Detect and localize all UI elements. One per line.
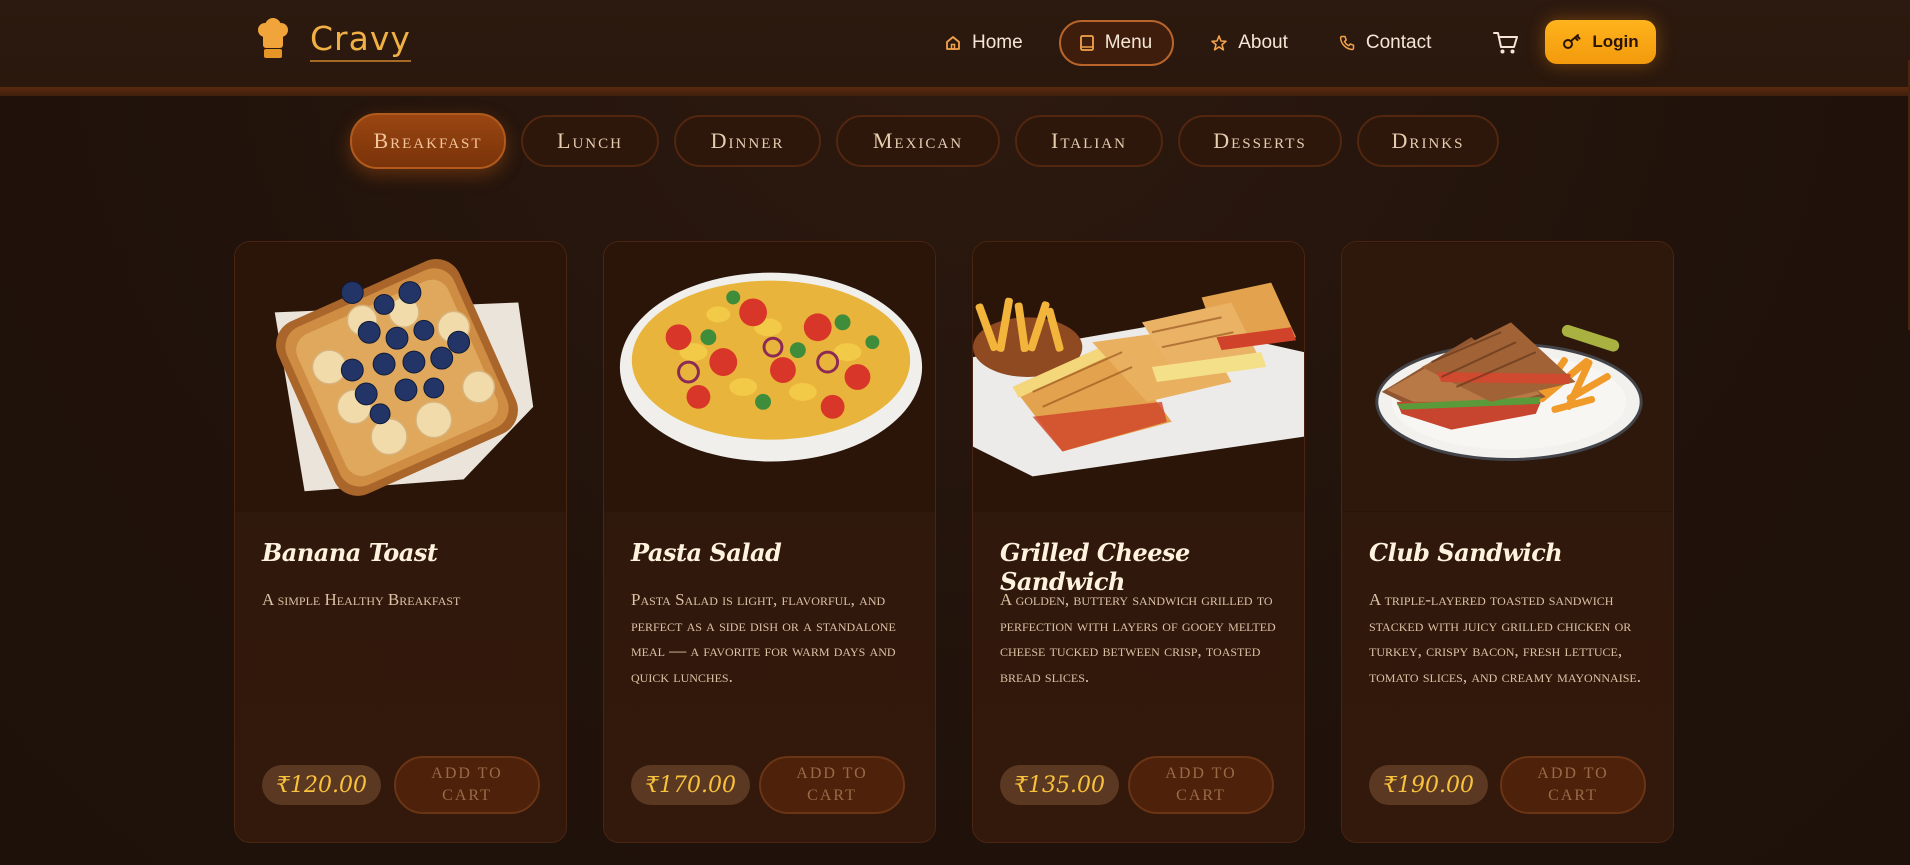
product-description: A simple Healthy Breakfast — [262, 590, 461, 609]
nav-home[interactable]: Home — [930, 20, 1037, 66]
tab-drinks[interactable]: Drinks — [1357, 115, 1499, 167]
brand-name: Cravy — [310, 19, 411, 62]
nav-menu-label: Menu — [1104, 32, 1153, 53]
nav-contact-label: Contact — [1365, 32, 1432, 53]
banana-toast-image — [235, 242, 566, 512]
product-price: ₹190.00 — [1369, 765, 1488, 805]
product-card: Grilled Cheese Sandwich A golden, butter… — [972, 241, 1305, 843]
product-card: Pasta Salad Pasta Salad is light, flavor… — [603, 241, 936, 843]
category-tabs: Breakfast Lunch Dinner Mexican Italian D… — [350, 113, 1514, 169]
home-icon — [946, 36, 960, 50]
product-card: Banana Toast A simple Healthy Breakfast … — [234, 241, 567, 843]
login-label: Login — [1592, 32, 1639, 51]
tab-mexican[interactable]: Mexican — [836, 115, 1000, 167]
tab-dinner[interactable]: Dinner — [674, 115, 821, 167]
product-description: A golden, buttery sandwich grilled to pe… — [1000, 590, 1276, 686]
product-title: Pasta Salad — [631, 538, 782, 567]
brand[interactable]: Cravy — [256, 18, 411, 62]
top-navbar: Cravy Home Menu About Contact Login — [0, 0, 1910, 88]
club-sandwich-image — [1342, 242, 1673, 512]
main-nav: Home Menu About Contact — [930, 20, 1467, 66]
product-price: ₹170.00 — [631, 765, 750, 805]
nav-about-label: About — [1238, 32, 1288, 53]
phone-icon — [1339, 35, 1355, 51]
decorative-line — [1612, 0, 1634, 10]
product-card: Club Sandwich A triple-layered toasted s… — [1341, 241, 1674, 843]
add-to-cart-button[interactable]: ADD TO CART — [759, 756, 905, 814]
add-to-cart-button[interactable]: ADD TO CART — [1128, 756, 1274, 814]
header-divider — [0, 87, 1910, 96]
tab-italian[interactable]: Italian — [1015, 115, 1163, 167]
nav-contact[interactable]: Contact — [1324, 20, 1445, 66]
nav-about[interactable]: About — [1196, 20, 1302, 66]
add-to-cart-button[interactable]: ADD TO CART — [1500, 756, 1646, 814]
login-button[interactable]: Login — [1545, 20, 1656, 64]
key-icon — [1563, 34, 1581, 49]
star-icon — [1211, 35, 1228, 51]
cart-icon[interactable] — [1492, 30, 1520, 56]
pasta-salad-image — [604, 242, 935, 512]
product-price: ₹135.00 — [1000, 765, 1119, 805]
decorative-line — [282, 0, 304, 10]
grilled-cheese-image — [973, 242, 1304, 512]
product-description: Pasta Salad is light, flavorful, and per… — [631, 590, 896, 686]
product-title: Banana Toast — [262, 538, 438, 567]
chef-hat-icon — [258, 18, 288, 58]
nav-menu[interactable]: Menu — [1058, 20, 1175, 66]
nav-home-label: Home — [972, 32, 1023, 53]
product-price: ₹120.00 — [262, 765, 381, 805]
tab-lunch[interactable]: Lunch — [521, 115, 659, 167]
tab-desserts[interactable]: Desserts — [1178, 115, 1342, 167]
product-title: Club Sandwich — [1369, 538, 1563, 567]
book-icon — [1079, 35, 1094, 51]
add-to-cart-button[interactable]: ADD TO CART — [394, 756, 540, 814]
tab-breakfast[interactable]: Breakfast — [350, 113, 506, 169]
product-description: A triple-layered toasted sandwich stacke… — [1369, 590, 1641, 686]
